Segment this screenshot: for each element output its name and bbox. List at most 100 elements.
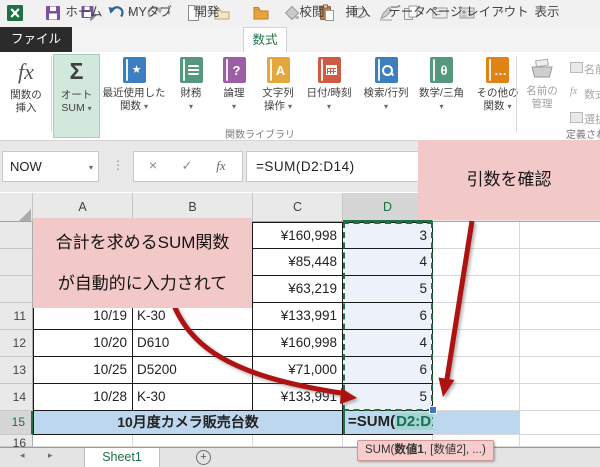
recent-functions-button[interactable]: ★ 最近使用した 関数 ▾ bbox=[101, 55, 167, 113]
use-in-formula-icon: fx bbox=[570, 86, 577, 97]
cell-e15[interactable] bbox=[433, 411, 520, 435]
formula-bar-splitter[interactable]: ⋮ bbox=[112, 151, 124, 182]
ribbon-tab-strip bbox=[0, 27, 600, 52]
row-header[interactable]: 12 bbox=[0, 330, 33, 357]
tab-page-layout[interactable]: ページ レイアウト bbox=[425, 0, 528, 25]
merged-total-label-cell[interactable]: 10月度カメラ販売台数 bbox=[33, 411, 343, 435]
cell-a12[interactable]: 10/20 bbox=[33, 330, 133, 357]
tab-formulas[interactable]: 数式 bbox=[243, 27, 287, 52]
cancel-button[interactable]: × bbox=[140, 151, 166, 182]
row-header-15[interactable]: 15 bbox=[0, 411, 33, 435]
row-header[interactable]: 11 bbox=[0, 303, 33, 330]
cell-c16[interactable] bbox=[253, 435, 343, 447]
cell-e9[interactable] bbox=[433, 249, 520, 276]
cell-f10[interactable] bbox=[520, 276, 600, 303]
cell-d12[interactable]: 4 bbox=[343, 330, 433, 357]
name-manager-button: 名前の 管理 bbox=[520, 55, 564, 111]
cell-e14[interactable] bbox=[433, 384, 520, 411]
cell-f15[interactable] bbox=[520, 411, 600, 435]
tab-developer[interactable]: 開発 bbox=[194, 0, 219, 25]
right-annotation-callout: 引数を確認 bbox=[418, 140, 600, 220]
cell-d14[interactable]: 5 bbox=[343, 384, 433, 411]
cell-f12[interactable] bbox=[520, 330, 600, 357]
cell-e12[interactable] bbox=[433, 330, 520, 357]
cell-a13[interactable]: 10/25 bbox=[33, 357, 133, 384]
row-15: 15 10月度カメラ販売台数 =SUM(D2:D14) bbox=[0, 411, 600, 435]
function-screentip: SUM(数値1, [数値2], ...) bbox=[357, 440, 494, 461]
cell-f8[interactable] bbox=[520, 222, 600, 249]
cell-c9[interactable]: ¥85,448 bbox=[253, 249, 343, 276]
lookup-reference-button[interactable]: 検索/行列 ▾ bbox=[358, 55, 414, 113]
cell-b12[interactable]: D610 bbox=[133, 330, 253, 357]
autosum-button[interactable]: Σ オート SUM ▾ bbox=[54, 55, 99, 137]
row-header-16[interactable]: 16 bbox=[0, 435, 33, 447]
row-16: 16 bbox=[0, 435, 600, 447]
text-functions-button[interactable]: A 文字列 操作 ▾ bbox=[255, 55, 301, 113]
tab-mytab[interactable]: MYタブ bbox=[128, 0, 172, 25]
active-formula-cell[interactable]: =SUM(D2:D14) bbox=[343, 411, 433, 435]
name-box[interactable]: NOW ▾ bbox=[2, 151, 99, 182]
cell-d8[interactable]: 3 bbox=[343, 222, 433, 249]
insert-function-button[interactable]: fx 関数の 挿入 bbox=[3, 55, 49, 115]
row-header[interactable] bbox=[0, 222, 33, 249]
sheet-tab-sheet1[interactable]: Sheet1 bbox=[84, 448, 160, 467]
date-time-button[interactable]: 日付/時刻 ▾ bbox=[301, 55, 357, 113]
enter-button[interactable]: ✓ bbox=[174, 151, 200, 182]
cell-e10[interactable] bbox=[433, 276, 520, 303]
add-sheet-button[interactable]: + bbox=[196, 450, 211, 465]
excel-window: ▾ ▾ ▾ ▾ ファイル ホーム MYタブ 開発 数式 校閲 挿入 データ ペー… bbox=[0, 0, 600, 467]
tab-view[interactable]: 表示 bbox=[534, 0, 559, 25]
cell-e11[interactable] bbox=[433, 303, 520, 330]
cell-f16[interactable] bbox=[520, 435, 600, 447]
more-functions-button[interactable]: … その他の 関数 ▾ bbox=[469, 55, 526, 113]
row-header[interactable]: 14 bbox=[0, 384, 33, 411]
save-icon[interactable] bbox=[44, 4, 62, 22]
sheet-nav-left-icon[interactable]: ◂ bbox=[20, 450, 25, 461]
cell-f13[interactable] bbox=[520, 357, 600, 384]
cell-b16[interactable] bbox=[133, 435, 253, 447]
cell-c14[interactable]: ¥133,991 bbox=[253, 384, 343, 411]
defined-names-group-label: 定義され bbox=[566, 126, 600, 141]
cell-c11[interactable]: ¥133,991 bbox=[253, 303, 343, 330]
row-13: 13 10/25 D5200 ¥71,000 6 bbox=[0, 357, 600, 384]
cell-b13[interactable]: D5200 bbox=[133, 357, 253, 384]
cell-a14[interactable]: 10/28 bbox=[33, 384, 133, 411]
tab-home[interactable]: ホーム bbox=[65, 0, 102, 25]
tab-data[interactable]: データ bbox=[388, 0, 426, 25]
row-header[interactable] bbox=[0, 276, 33, 303]
sheet-nav-right-icon[interactable]: ▸ bbox=[48, 450, 53, 461]
cell-d10[interactable]: 5 bbox=[343, 276, 433, 303]
undo-icon[interactable] bbox=[107, 4, 125, 22]
cell-a16[interactable] bbox=[33, 435, 133, 447]
cell-d9[interactable]: 4 bbox=[343, 249, 433, 276]
cell-e13[interactable] bbox=[433, 357, 520, 384]
cell-b14[interactable]: K-30 bbox=[133, 384, 253, 411]
cell-f14[interactable] bbox=[520, 384, 600, 411]
cell-f9[interactable] bbox=[520, 249, 600, 276]
cell-d11[interactable]: 6 bbox=[343, 303, 433, 330]
select-all-triangle bbox=[19, 209, 31, 221]
text-functions-icon: A bbox=[267, 57, 290, 83]
row-header[interactable] bbox=[0, 249, 33, 276]
name-box-dropdown[interactable]: ▾ bbox=[89, 153, 93, 182]
folder-icon[interactable] bbox=[252, 4, 270, 22]
logical-button[interactable]: ? 論理 ▾ bbox=[214, 55, 254, 113]
cell-c10[interactable]: ¥63,219 bbox=[253, 276, 343, 303]
tab-insert[interactable]: 挿入 bbox=[345, 0, 370, 25]
tab-review[interactable]: 校閲 bbox=[299, 0, 324, 25]
create-from-selection-icon bbox=[570, 112, 583, 123]
cell-c8[interactable]: ¥160,998 bbox=[253, 222, 343, 249]
cell-d13[interactable]: 6 bbox=[343, 357, 433, 384]
more-functions-icon: … bbox=[486, 57, 509, 83]
row-header[interactable]: 13 bbox=[0, 357, 33, 384]
financial-button[interactable]: 財務 ▾ bbox=[169, 55, 213, 113]
col-header-c[interactable]: C bbox=[253, 193, 343, 222]
insert-function-fx-button[interactable]: fx bbox=[208, 151, 234, 182]
range-fill-handle[interactable] bbox=[429, 406, 437, 414]
cell-c12[interactable]: ¥160,998 bbox=[253, 330, 343, 357]
math-trig-button[interactable]: θ 数学/三角 ▾ bbox=[414, 55, 469, 113]
cell-e8[interactable] bbox=[433, 222, 520, 249]
cell-f11[interactable] bbox=[520, 303, 600, 330]
cell-c13[interactable]: ¥71,000 bbox=[253, 357, 343, 384]
tab-file[interactable]: ファイル bbox=[0, 27, 72, 52]
